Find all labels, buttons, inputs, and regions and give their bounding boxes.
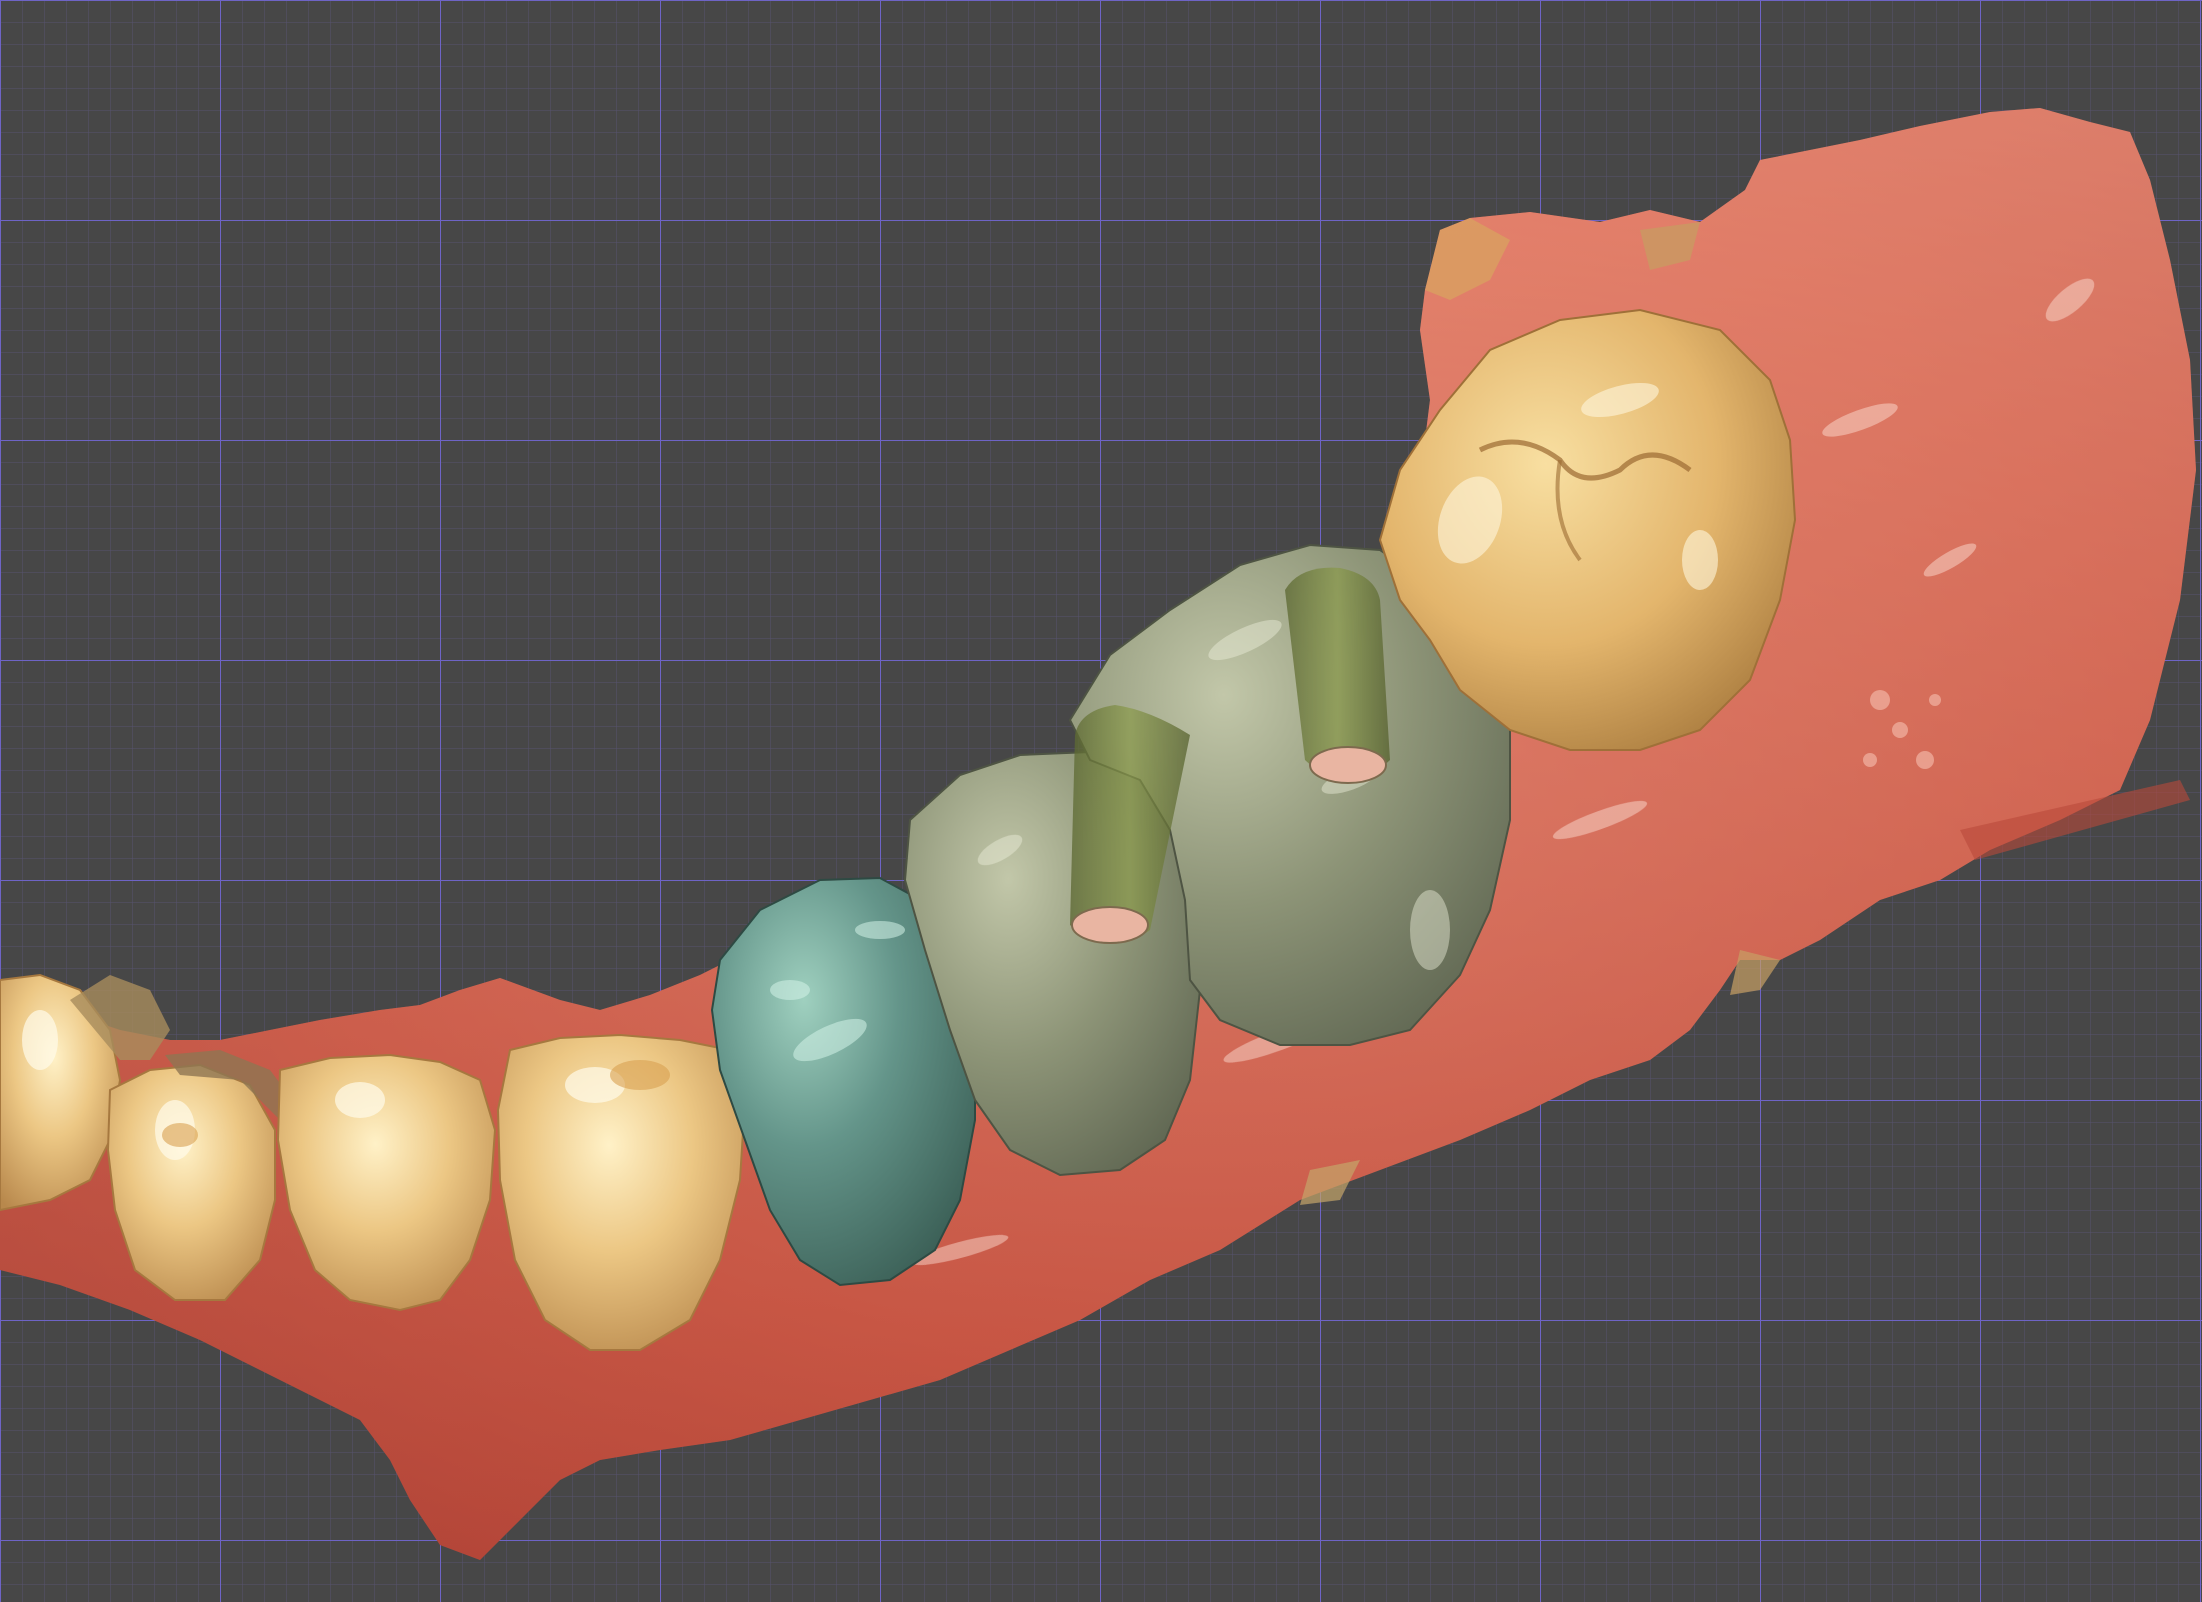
3d-viewport[interactable] (0, 0, 2202, 1602)
